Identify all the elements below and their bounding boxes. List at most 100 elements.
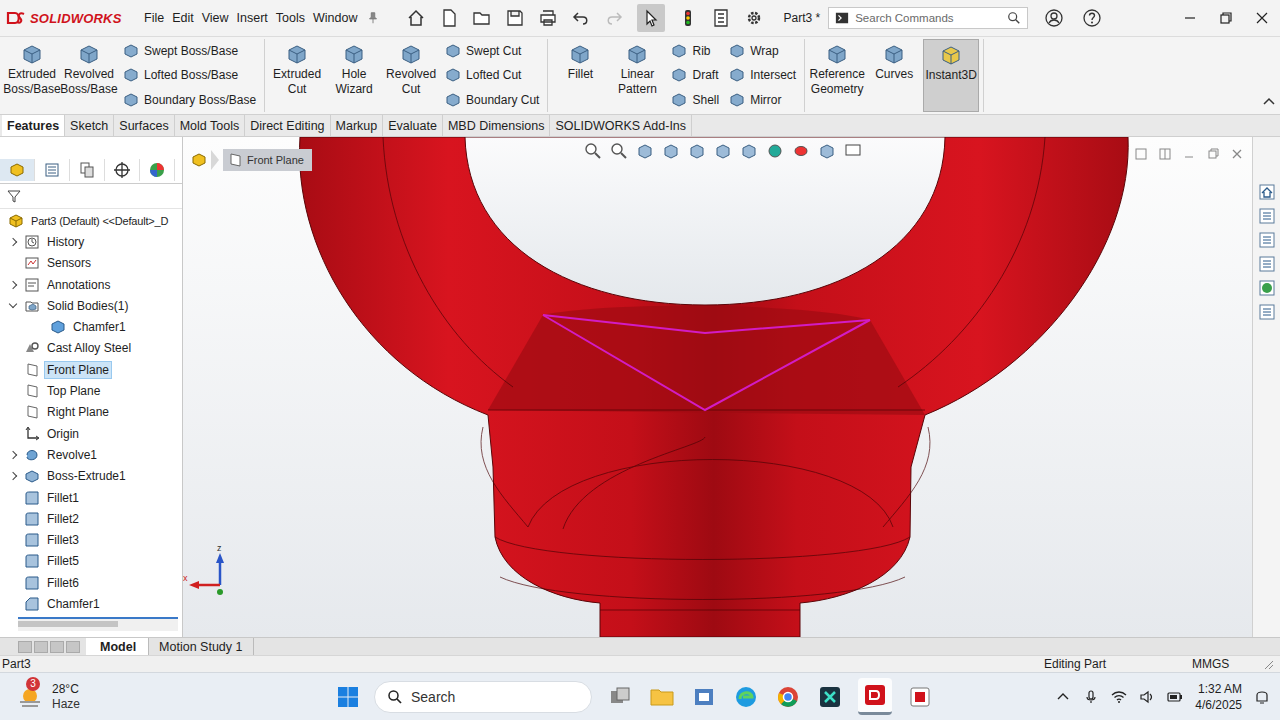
- tree-item[interactable]: Fillet6: [0, 572, 182, 593]
- expander[interactable]: [6, 282, 20, 288]
- rebuild-icon[interactable]: [678, 8, 698, 28]
- tree-item[interactable]: Boss-Extrude1: [0, 466, 182, 487]
- tree-filter[interactable]: [0, 184, 182, 209]
- notifications-icon[interactable]: [1254, 689, 1270, 705]
- tree-item[interactable]: Front Plane: [0, 359, 182, 380]
- task-pane-tab-icon[interactable]: [1258, 183, 1276, 201]
- tree-item[interactable]: Cast Alloy Steel: [0, 338, 182, 359]
- ribbon-button[interactable]: Shell: [670, 91, 719, 109]
- solidworks-taskbar-button[interactable]: [858, 678, 892, 715]
- tab-scroll-button[interactable]: [66, 641, 80, 653]
- display-manager-tab[interactable]: [140, 159, 175, 181]
- view-tool-icon[interactable]: [635, 141, 655, 161]
- magnifier-icon[interactable]: [1007, 11, 1021, 25]
- ribbon-button[interactable]: Boundary Boss/Base: [122, 91, 256, 109]
- tile-icon[interactable]: [1134, 147, 1148, 161]
- units-selector[interactable]: MMGS: [1192, 657, 1262, 671]
- model-tab[interactable]: Motion Study 1: [149, 638, 253, 655]
- close-icon[interactable]: [1244, 8, 1280, 28]
- tab-scroll-button[interactable]: [50, 641, 64, 653]
- view-tool-icon[interactable]: [765, 141, 785, 161]
- pin-icon[interactable]: [366, 11, 380, 25]
- menu-item[interactable]: Window: [309, 11, 361, 25]
- ribbon-button[interactable]: Extruded Boss/Base: [4, 39, 60, 112]
- print-icon[interactable]: [538, 8, 558, 28]
- tree-item[interactable]: Top Plane: [0, 380, 182, 401]
- breadcrumb-item[interactable]: Front Plane: [223, 149, 312, 171]
- triad-icon[interactable]: zx: [183, 543, 224, 595]
- tree-item[interactable]: History: [0, 231, 182, 252]
- volume-icon[interactable]: [1139, 689, 1155, 705]
- options-gear-icon[interactable]: [744, 8, 764, 28]
- tree-item[interactable]: Fillet2: [0, 508, 182, 529]
- ribbon-button[interactable]: Fillet: [552, 39, 608, 112]
- view-tool-icon[interactable]: [791, 141, 811, 161]
- task-pane-tab-icon[interactable]: [1258, 231, 1276, 249]
- restore-icon[interactable]: [1206, 147, 1220, 161]
- help-icon[interactable]: [1082, 8, 1102, 28]
- ribbon-button[interactable]: Revolved Cut: [383, 39, 439, 112]
- eye-bolt-model[interactable]: zx: [183, 137, 1252, 637]
- tree-item[interactable]: Sensors: [0, 253, 182, 274]
- ribbon-button[interactable]: Swept Cut: [444, 42, 539, 60]
- close-icon[interactable]: [1230, 147, 1244, 161]
- feature-manager-tab[interactable]: [0, 159, 35, 181]
- ribbon-button[interactable]: Curves: [866, 39, 922, 112]
- ribbon-button[interactable]: Draft: [670, 66, 719, 84]
- property-manager-tab[interactable]: [35, 159, 70, 181]
- expander[interactable]: [6, 239, 20, 245]
- command-tab[interactable]: MBD Dimensions: [443, 115, 551, 136]
- tree-item[interactable]: Right Plane: [0, 402, 182, 423]
- redo-icon[interactable]: [604, 8, 624, 28]
- ribbon-button[interactable]: Lofted Boss/Base: [122, 66, 256, 84]
- ribbon-button[interactable]: Instant3D: [923, 39, 979, 112]
- split-icon[interactable]: [1158, 147, 1172, 161]
- task-pane-tab-icon[interactable]: [1258, 255, 1276, 273]
- horizontal-scrollbar[interactable]: [18, 617, 178, 631]
- new-document-icon[interactable]: [439, 8, 459, 28]
- view-tool-icon[interactable]: [609, 141, 629, 161]
- search-commands-field[interactable]: Search Commands: [828, 7, 1028, 29]
- expander[interactable]: [6, 473, 20, 479]
- configuration-manager-tab[interactable]: [70, 159, 105, 181]
- resize-grip-icon[interactable]: [1262, 658, 1274, 670]
- app-icon[interactable]: [816, 683, 844, 711]
- task-pane-tab-icon[interactable]: [1258, 207, 1276, 225]
- menu-item[interactable]: Edit: [168, 11, 198, 25]
- view-tool-icon[interactable]: [739, 141, 759, 161]
- tree-item[interactable]: Solid Bodies(1): [0, 295, 182, 316]
- weather-widget[interactable]: 328°CHaze: [16, 682, 336, 712]
- collapse-ribbon-icon[interactable]: [1262, 94, 1276, 108]
- command-tab[interactable]: Direct Editing: [245, 115, 330, 136]
- menu-item[interactable]: View: [198, 11, 233, 25]
- graphics-area[interactable]: zx Front Plane: [183, 137, 1252, 637]
- command-tab[interactable]: Evaluate: [383, 115, 443, 136]
- ribbon-button[interactable]: Swept Boss/Base: [122, 42, 256, 60]
- file-properties-icon[interactable]: [711, 8, 731, 28]
- undo-icon[interactable]: [571, 8, 591, 28]
- command-tab[interactable]: Sketch: [65, 115, 114, 136]
- expander[interactable]: [6, 304, 20, 307]
- taskbar-search[interactable]: Search: [374, 681, 592, 713]
- show-hidden-icons-icon[interactable]: [1055, 689, 1071, 705]
- ribbon-button[interactable]: Lofted Cut: [444, 66, 539, 84]
- tree-item[interactable]: Annotations: [0, 274, 182, 295]
- chrome-icon[interactable]: [774, 683, 802, 711]
- office-app-icon[interactable]: [690, 683, 718, 711]
- ribbon-button[interactable]: Rib: [670, 42, 719, 60]
- breadcrumb[interactable]: Front Plane: [191, 149, 312, 171]
- command-tab[interactable]: Features: [2, 115, 65, 136]
- model-tab[interactable]: Model: [86, 638, 149, 655]
- account-icon[interactable]: [1044, 8, 1064, 28]
- wifi-icon[interactable]: [1111, 689, 1127, 705]
- battery-icon[interactable]: [1167, 689, 1183, 705]
- ribbon-button[interactable]: Revolved Boss/Base: [61, 39, 117, 112]
- ribbon-button[interactable]: Boundary Cut: [444, 91, 539, 109]
- view-tool-icon[interactable]: [583, 141, 603, 161]
- task-pane-tab-icon[interactable]: [1258, 279, 1276, 297]
- ribbon-button[interactable]: Intersect: [728, 66, 796, 84]
- view-tool-icon[interactable]: [817, 141, 837, 161]
- menu-item[interactable]: File: [140, 11, 168, 25]
- command-tab[interactable]: Mold Tools: [175, 115, 246, 136]
- windows-start-icon[interactable]: [336, 685, 360, 709]
